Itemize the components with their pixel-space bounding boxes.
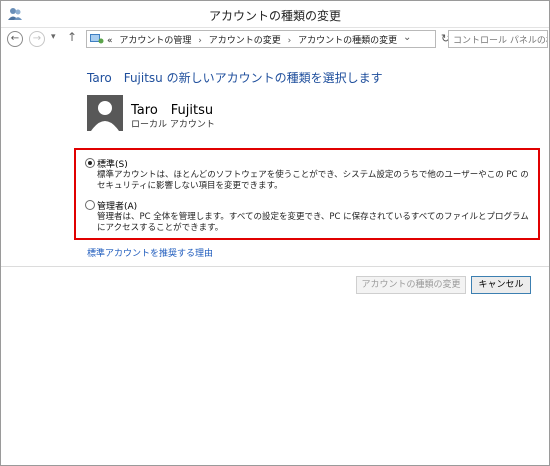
navigation-bar: ← → ▾ ↑ « アカウントの管理 › アカウントの変更 › アカウントの種類… — [1, 28, 549, 52]
option-administrator-label[interactable]: 管理者(A) — [97, 199, 137, 212]
address-dropdown-icon[interactable]: ⌄ — [403, 32, 411, 43]
user-name: Taro Fujitsu — [131, 103, 214, 118]
radio-administrator[interactable] — [85, 200, 95, 210]
breadcrumb-item-change-account-type[interactable]: アカウントの種類の変更 — [298, 36, 397, 46]
back-arrow-icon[interactable]: ← — [7, 31, 23, 47]
cancel-button[interactable]: キャンセル — [471, 276, 531, 294]
recommend-standard-link[interactable]: 標準アカウントを推奨する理由 — [87, 246, 213, 259]
title-bar: アカウントの種類の変更 — [1, 1, 549, 28]
radio-standard[interactable] — [85, 158, 95, 168]
avatar — [87, 95, 123, 131]
breadcrumb-overflow[interactable]: « — [107, 36, 113, 46]
window-title: アカウントの種類の変更 — [208, 9, 341, 23]
search-input[interactable]: コントロール パネルの検索 — [448, 30, 548, 48]
divider — [1, 266, 549, 267]
page-title: Taro Fujitsu の新しいアカウントの種類を選択します — [87, 71, 383, 85]
main-content: Taro Fujitsu の新しいアカウントの種類を選択します Taro Fuj… — [1, 53, 549, 465]
control-panel-icon — [90, 33, 104, 45]
option-standard-label[interactable]: 標準(S) — [97, 157, 128, 170]
address-bar[interactable]: « アカウントの管理 › アカウントの変更 › アカウントの種類の変更 ⌄ — [86, 30, 436, 48]
chevron-down-icon[interactable]: ▾ — [51, 32, 56, 42]
breadcrumb-item-manage-accounts[interactable]: アカウントの管理 — [119, 36, 191, 46]
user-account-type: ローカル アカウント — [131, 120, 215, 130]
window: アカウントの種類の変更 ← → ▾ ↑ « アカウントの管理 › アカウントの変… — [0, 0, 550, 466]
breadcrumb-separator-icon: › — [287, 36, 292, 46]
change-account-type-button[interactable]: アカウントの種類の変更 — [356, 276, 466, 294]
option-administrator-description: 管理者は、PC 全体を管理します。すべての設定を変更でき、PC に保存されている… — [97, 212, 529, 233]
breadcrumb-item-change-account[interactable]: アカウントの変更 — [209, 36, 281, 46]
breadcrumb: « アカウントの管理 › アカウントの変更 › アカウントの種類の変更 — [107, 33, 397, 46]
option-standard-description: 標準アカウントは、ほとんどのソフトウェアを使うことができ、システム設定のうちで他… — [97, 170, 529, 191]
up-arrow-icon[interactable]: ↑ — [67, 30, 77, 44]
forward-arrow-icon[interactable]: → — [29, 31, 45, 47]
breadcrumb-separator-icon: › — [198, 36, 202, 46]
